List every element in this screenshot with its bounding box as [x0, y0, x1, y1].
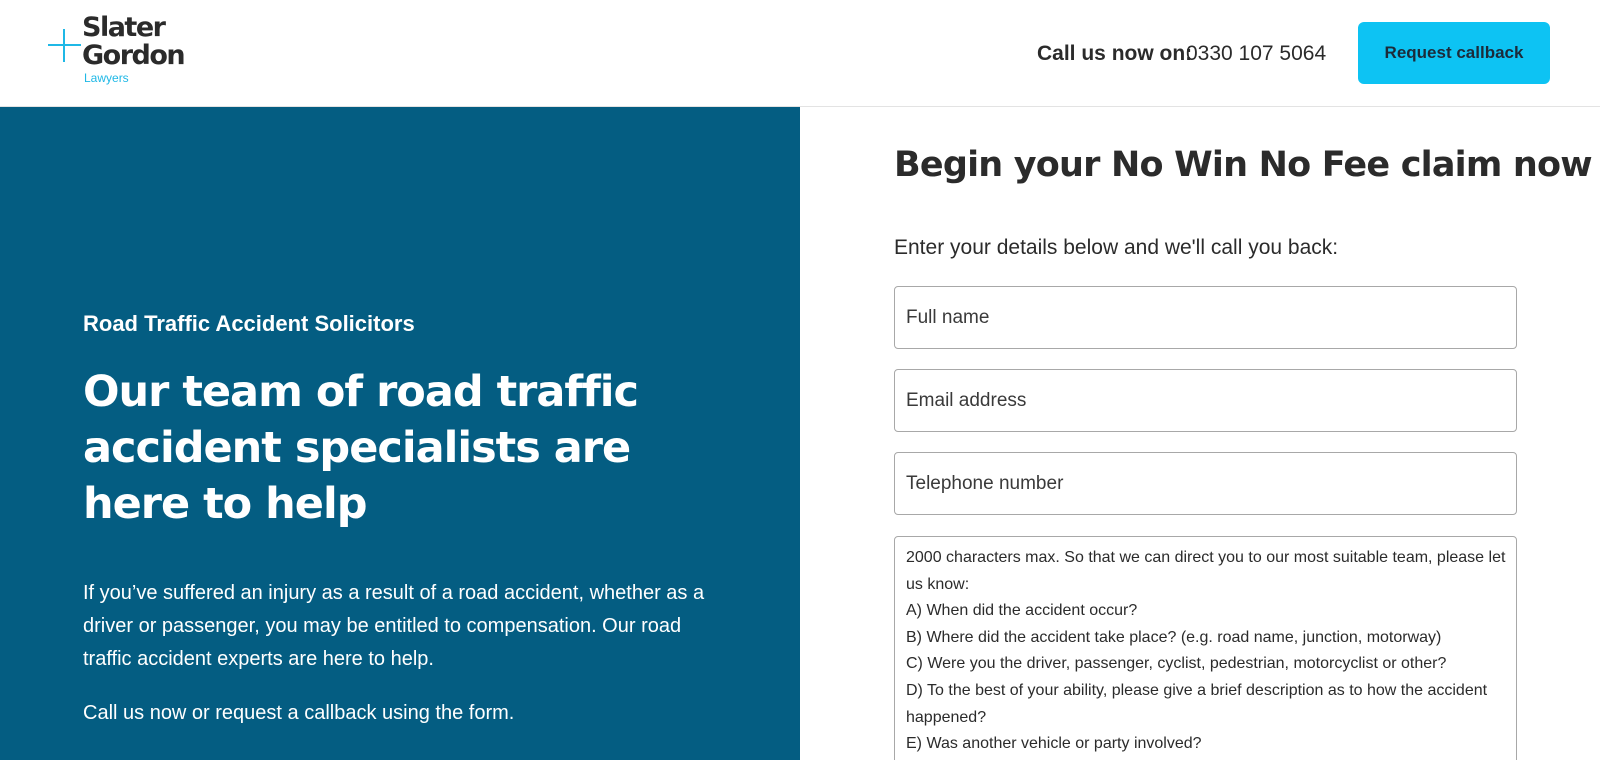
full-name-input[interactable]: [894, 286, 1517, 349]
logo-text-line2: Gordon: [82, 40, 186, 71]
slater-gordon-logo[interactable]: Slater Gordon Lawyers: [48, 14, 198, 90]
hero-eyebrow: Road Traffic Accident Solicitors: [83, 311, 415, 336]
message-placeholder-line: C) Were you the driver, passenger, cycli…: [906, 655, 1447, 673]
logo-text-line1: Slater: [82, 12, 166, 43]
hero-cta-text: Call us now or request a callback using …: [83, 702, 515, 724]
hero-panel: Road Traffic Accident Solicitors Our tea…: [0, 107, 800, 760]
form-title: Begin your No Win No Fee claim now: [894, 145, 1593, 185]
form-intro: Enter your details below and we'll call …: [894, 236, 1339, 259]
message-placeholder-line: B) Where did the accident take place? (e…: [906, 628, 1442, 646]
message-placeholder-line: D) To the best of your ability, please g…: [906, 681, 1488, 726]
logo-plus-icon-bar: [48, 44, 81, 46]
hero-title: Our team of road traffic accident specia…: [83, 367, 639, 529]
email-input[interactable]: [894, 369, 1517, 432]
request-callback-button[interactable]: Request callback: [1358, 22, 1550, 84]
hero-intro: If you’ve suffered an injury as a result…: [83, 582, 705, 670]
site-header: Slater Gordon Lawyers Call us now on: 03…: [0, 0, 1600, 107]
message-placeholder-line: A) When did the accident occur?: [906, 602, 1138, 620]
telephone-input[interactable]: [894, 452, 1517, 515]
logo-subtitle: Lawyers: [84, 71, 129, 85]
message-placeholder-line: 2000 characters max. So that we can dire…: [906, 549, 1506, 593]
message-placeholder-line: E) Was another vehicle or party involved…: [906, 735, 1202, 753]
phone-number-link[interactable]: 0330 107 5064: [1186, 42, 1326, 66]
message-textarea[interactable]: 2000 characters max. So that we can dire…: [894, 536, 1517, 760]
call-us-label: Call us now on:: [1037, 42, 1193, 65]
